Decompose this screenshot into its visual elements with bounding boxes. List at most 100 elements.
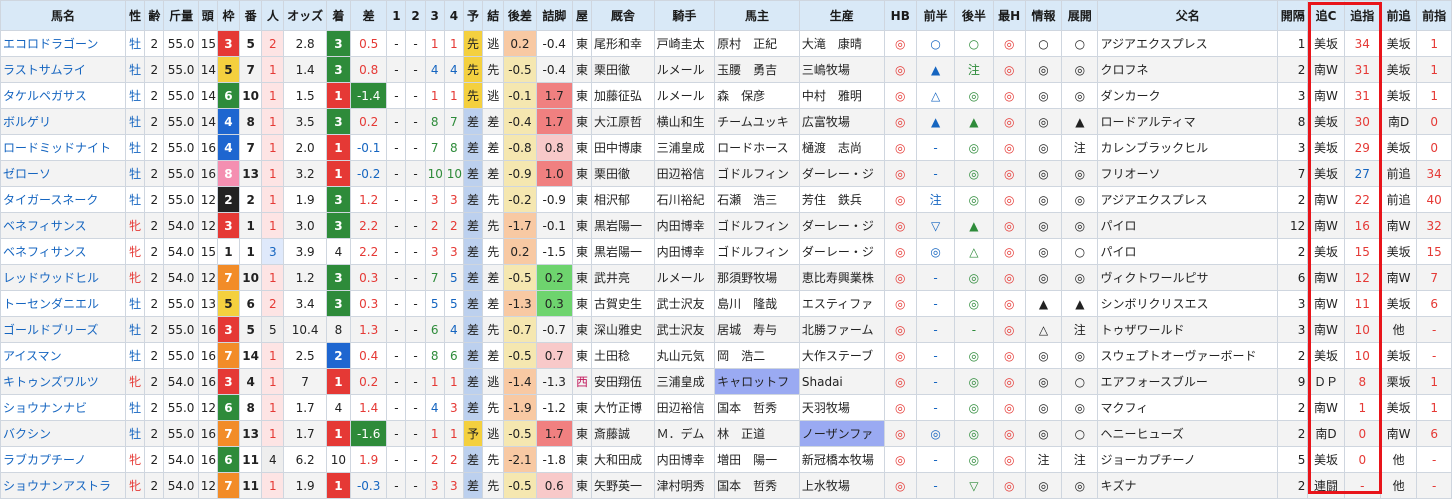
corner1-cell: - bbox=[386, 342, 407, 369]
pace-cell: ▲ bbox=[1061, 108, 1099, 135]
horse-name-link[interactable]: ラブカプチーノ bbox=[0, 446, 127, 473]
horse-name-link[interactable]: ベネフィサンス bbox=[0, 212, 127, 239]
horse-name-link[interactable]: レッドウッドヒル bbox=[0, 264, 127, 291]
column-header[interactable]: 厩舎 bbox=[591, 0, 655, 31]
horse-name-link[interactable]: ロードミッドナイト bbox=[0, 134, 127, 161]
second-half-cell: ◎ bbox=[954, 446, 994, 473]
horse-name-link[interactable]: バクシン bbox=[0, 420, 127, 447]
table-row[interactable]: ゼローソ牡 2 55.0 16 8 13 1 3.2 1 -0.2- -10 10 差差 -0.9 1.0 東… bbox=[0, 160, 1452, 187]
column-header[interactable]: 後半 bbox=[954, 0, 994, 31]
column-header[interactable]: 追指 bbox=[1343, 0, 1381, 31]
table-row[interactable]: ベネフィサンス牝 2 54.0 15 1 1 3 3.9 4 2.2- -3 3 差先 0.2 -1.5 東黒… bbox=[0, 238, 1452, 265]
field-size-cell: 12 bbox=[197, 264, 218, 291]
column-header[interactable]: 3 bbox=[424, 0, 445, 31]
horse-name-link[interactable]: ボルゲリ bbox=[0, 108, 127, 135]
horse-name-link[interactable]: キトゥンズワルツ bbox=[0, 368, 127, 395]
column-header[interactable]: HB bbox=[883, 0, 917, 31]
sex-cell: 牡 bbox=[125, 316, 146, 343]
column-header[interactable]: オッズ bbox=[283, 0, 327, 31]
column-header[interactable]: 頭 bbox=[197, 0, 218, 31]
table-row[interactable]: アイスマン牡 2 55.0 16 7 14 1 2.5 2 0.4- -8 6 差差 -0.5 0.7 東土田… bbox=[0, 342, 1452, 369]
table-row[interactable]: バクシン牡 2 55.0 16 7 13 1 1.7 1 -1.6- -1 1 予逃 -0.5 1.7 東斎藤… bbox=[0, 420, 1452, 447]
column-header[interactable]: 齢 bbox=[144, 0, 165, 31]
column-header[interactable]: 生産 bbox=[798, 0, 885, 31]
column-header[interactable]: 馬名 bbox=[0, 0, 127, 31]
column-header[interactable]: 前半 bbox=[915, 0, 956, 31]
weight-cell: 55.0 bbox=[163, 394, 199, 421]
prev-workout-course-cell: 前追 bbox=[1379, 186, 1418, 213]
column-header[interactable]: 父名 bbox=[1097, 0, 1279, 31]
horse-name-link[interactable]: タケルペガサス bbox=[0, 82, 127, 109]
column-header[interactable]: 後差 bbox=[503, 0, 537, 31]
column-header[interactable]: 最H bbox=[992, 0, 1026, 31]
table-row[interactable]: タイガースネーク牡 2 55.0 12 2 2 1 1.9 3 1.2- -3 3 差先 -0.2 -0.9… bbox=[0, 186, 1452, 213]
horse-name-link[interactable]: トーセンダニエル bbox=[0, 290, 127, 317]
column-header[interactable]: 屋 bbox=[571, 0, 593, 31]
column-header[interactable]: 騎手 bbox=[653, 0, 716, 31]
column-header[interactable]: 着 bbox=[325, 0, 352, 31]
corner4-cell: 8 bbox=[443, 134, 464, 161]
column-header[interactable]: 予 bbox=[462, 0, 484, 31]
table-row[interactable]: トーセンダニエル牡 2 55.0 13 5 6 2 3.4 3 0.3- -5 5 差差 -1.3 0.3 東… bbox=[0, 290, 1452, 317]
breeder-cell: 大滝 康晴 bbox=[798, 30, 885, 57]
table-row[interactable]: ゴールドブリーズ牡 2 55.0 16 3 5 5 10.4 8 1.3- -6 4 差先 -0.7 -0.… bbox=[0, 316, 1452, 343]
corner3-cell: 1 bbox=[424, 30, 445, 57]
horse-name-link[interactable]: エコロドラゴーン bbox=[0, 30, 127, 57]
breeder-cell: エスティファ bbox=[798, 290, 885, 317]
corner1-cell: - bbox=[386, 108, 407, 135]
second-half-cell: ◎ bbox=[954, 368, 994, 395]
column-header[interactable]: 枠 bbox=[216, 0, 241, 31]
horse-name-link[interactable]: ラストサムライ bbox=[0, 56, 127, 83]
result-style-cell: 先 bbox=[482, 446, 505, 473]
column-header[interactable]: 性 bbox=[125, 0, 146, 31]
column-header[interactable]: 馬主 bbox=[714, 0, 800, 31]
column-header[interactable]: 番 bbox=[239, 0, 263, 31]
sire-cell: カレンブラックヒル bbox=[1097, 134, 1279, 161]
breeder-cell: 三嶋牧場 bbox=[798, 56, 885, 83]
table-row[interactable]: ベネフィサンス牝 2 54.0 12 3 1 1 3.0 3 2.2- -2 2 差先 -1.7 -0.1 東… bbox=[0, 212, 1452, 239]
horse-name-link[interactable]: ショウナンアストラ bbox=[0, 472, 127, 499]
column-header[interactable]: 2 bbox=[405, 0, 426, 31]
horse-name-link[interactable]: ショウナンナビ bbox=[0, 394, 127, 421]
table-row[interactable]: ロードミッドナイト牡 2 55.0 16 4 7 1 2.0 1 -0.1- -7 8 差差 -0.8 0.… bbox=[0, 134, 1452, 161]
column-header[interactable]: 追C bbox=[1307, 0, 1345, 31]
column-header[interactable]: 斤量 bbox=[163, 0, 199, 31]
table-row[interactable]: ショウナンナビ牡 2 55.0 12 6 8 1 1.7 4 1.4- -4 3 差先 -1.9 -1.2 東… bbox=[0, 394, 1452, 421]
finish-cell: 1 bbox=[325, 134, 352, 161]
table-row[interactable]: タケルペガサス牡 2 55.0 14 6 10 1 1.5 1 -1.4- -1 1 先逃 -0.1 1.7… bbox=[0, 82, 1452, 109]
column-header[interactable]: 詰脚 bbox=[535, 0, 573, 31]
column-header[interactable]: 展開 bbox=[1061, 0, 1099, 31]
column-header[interactable]: 結 bbox=[482, 0, 505, 31]
table-row[interactable]: キトゥンズワルツ牝 2 54.0 16 3 4 1 7 1 0.2- -1 1 差逃 -1.4 -1.3 西安… bbox=[0, 368, 1452, 395]
closing-cell: -1.3 bbox=[535, 368, 573, 395]
horse-name-link[interactable]: アイスマン bbox=[0, 342, 127, 369]
column-header[interactable]: 1 bbox=[386, 0, 407, 31]
column-header[interactable]: 情報 bbox=[1024, 0, 1063, 31]
table-row[interactable]: レッドウッドヒル牝 2 54.0 12 7 10 1 1.2 3 0.3- -7 5 差差 -0.5 0.2… bbox=[0, 264, 1452, 291]
horse-name-link[interactable]: ゴールドブリーズ bbox=[0, 316, 127, 343]
table-row[interactable]: ラストサムライ牡 2 55.0 14 5 7 1 1.4 3 0.8- -4 4 先先 -0.5 -0.4 東… bbox=[0, 56, 1452, 83]
second-half-cell: ◎ bbox=[954, 82, 994, 109]
table-row[interactable]: エコロドラゴーン牡 2 55.0 15 3 5 2 2.8 3 0.5- -1 1 先逃 0.2 -0.4 東… bbox=[0, 30, 1452, 57]
sex-cell: 牡 bbox=[125, 30, 146, 57]
table-row[interactable]: ボルゲリ牡 2 55.0 14 4 8 1 3.5 3 0.2- -8 7 差差 -0.4 1.7 東大江原哲… bbox=[0, 108, 1452, 135]
max-h-cell: ◎ bbox=[992, 472, 1026, 499]
age-cell: 2 bbox=[144, 316, 165, 343]
column-header[interactable]: 前指 bbox=[1416, 0, 1452, 31]
workout-course-cell: 南W bbox=[1307, 212, 1345, 239]
table-row[interactable]: ラブカプチーノ牝 2 54.0 16 6 11 4 6.2 10 1.9- -2 2 差先 -2.1 -1.… bbox=[0, 446, 1452, 473]
first-half-cell: 注 bbox=[915, 186, 956, 213]
table-row[interactable]: ショウナンアストラ牝 2 54.0 12 7 11 1 1.9 1 -0.3- -3 3 差先 -0.5 0… bbox=[0, 472, 1452, 499]
workout-course-cell: 美坂 bbox=[1307, 446, 1345, 473]
column-header[interactable]: 開隔 bbox=[1277, 0, 1309, 31]
horse-name-link[interactable]: ベネフィサンス bbox=[0, 238, 127, 265]
column-header[interactable]: 前追 bbox=[1379, 0, 1418, 31]
max-h-cell: ◎ bbox=[992, 394, 1026, 421]
horse-name-link[interactable]: ゼローソ bbox=[0, 160, 127, 187]
horse-name-link[interactable]: タイガースネーク bbox=[0, 186, 127, 213]
column-header[interactable]: 4 bbox=[443, 0, 464, 31]
workout-course-cell: 南W bbox=[1307, 186, 1345, 213]
info-cell: ◎ bbox=[1024, 420, 1063, 447]
column-header[interactable]: 差 bbox=[350, 0, 388, 31]
column-header[interactable]: 人 bbox=[261, 0, 285, 31]
